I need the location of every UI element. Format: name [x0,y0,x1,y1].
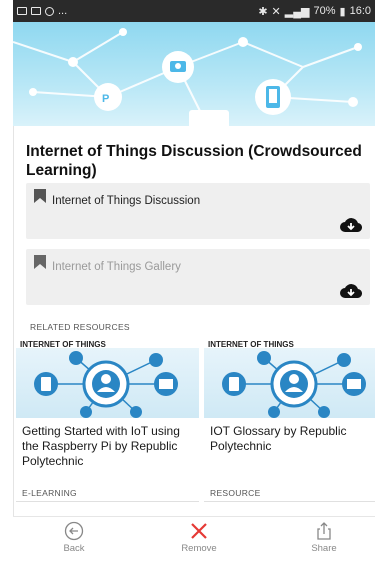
cloud-download-icon[interactable] [340,217,362,233]
page-title: Internet of Things Discussion (Crowdsour… [26,143,362,179]
iot-thumbnail-art: INTERNET OF THINGS [204,340,375,418]
back-label: Back [63,543,85,554]
battery-percent: 70% [313,5,336,17]
close-icon [191,523,207,539]
bottom-action-bar: Back Remove Share [13,516,375,561]
related-thumbnail: INTERNET OF THINGS [16,340,199,418]
thumb-text: INTERNET OF THINGS [20,340,106,349]
hero-banner: P [13,22,375,126]
related-card[interactable]: INTERNET OF THINGS IOT Glossary by Repub… [204,340,375,502]
left-edge [0,0,13,561]
resource-label: Internet of Things Discussion [52,195,201,207]
status-right: ✱ ✕ ▂▄▆ 70% ▮ 16:0 [258,5,371,18]
share-icon [317,522,331,540]
image-icon [17,7,27,15]
related-thumbnail: INTERNET OF THINGS [204,340,375,418]
share-label: Share [311,543,337,554]
iot-thumbnail-art: INTERNET OF THINGS [16,340,199,418]
status-left: ... [17,5,67,17]
bookmark-icon [34,255,46,269]
mute-icon: ✕ [271,5,281,18]
whatsapp-icon [45,6,54,16]
remove-label: Remove [181,543,217,554]
status-bar: ... ✱ ✕ ▂▄▆ 70% ▮ 16:0 [13,0,375,22]
bookmark-icon [34,189,46,203]
back-arrow-icon [64,521,84,541]
bluetooth-icon: ✱ [258,5,268,18]
clock: 16:0 [349,5,371,17]
battery-icon: ▮ [339,5,346,18]
related-heading: RELATED RESOURCES [30,322,130,332]
related-title: IOT Glossary by Republic Polytechnic [210,424,347,453]
resource-label: Internet of Things Gallery [52,261,181,273]
related-type: E-LEARNING [22,488,77,498]
thumb-text: INTERNET OF THINGS [208,340,294,349]
back-button[interactable]: Back [44,521,104,554]
share-button[interactable]: Share [294,521,354,554]
resource-item[interactable]: Internet of Things Discussion [26,183,370,239]
signal-icon: ▂▄▆ [284,5,310,18]
resource-item[interactable]: Internet of Things Gallery [26,249,370,305]
status-ellipsis: ... [58,5,68,17]
related-type: RESOURCE [210,488,261,498]
related-card[interactable]: INTERNET OF THINGS Getting Started with … [16,340,199,502]
svg-text:P: P [102,93,109,105]
iot-network-illustration: P [13,28,362,126]
image-icon [31,7,41,15]
related-title: Getting Started with IoT using the Raspb… [22,424,180,468]
cloud-download-icon[interactable] [340,283,362,299]
remove-button[interactable]: Remove [169,521,229,554]
